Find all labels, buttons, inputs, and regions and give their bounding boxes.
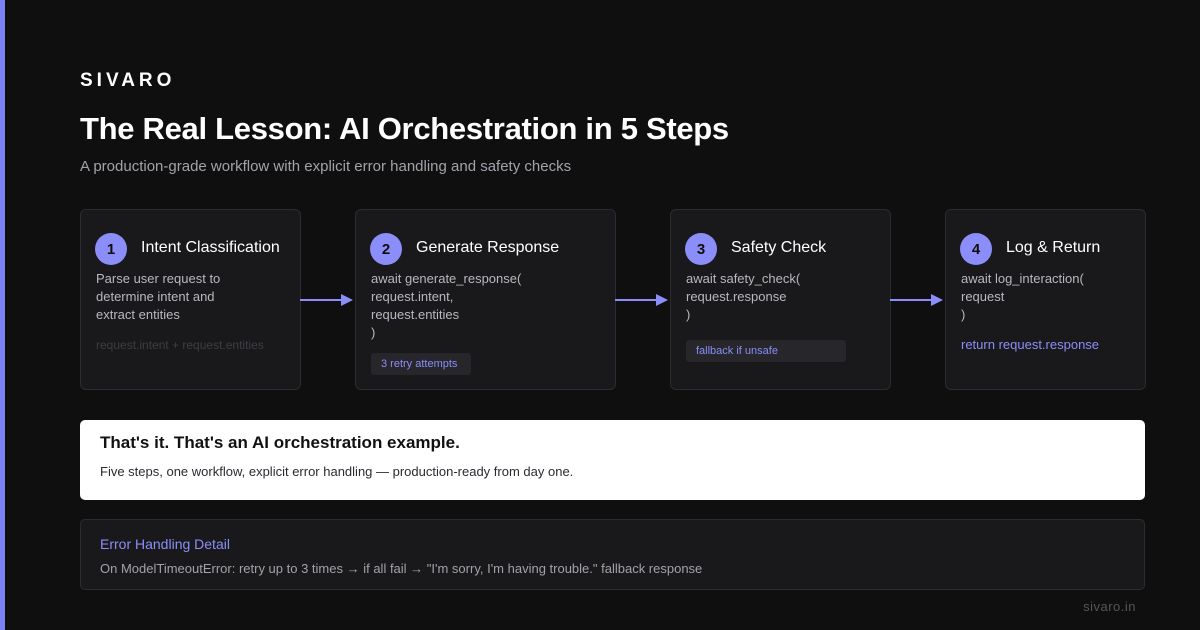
retry-tag: 3 retry attempts bbox=[371, 353, 471, 375]
return-statement: return request.response bbox=[961, 337, 1100, 352]
step-card-intent-classification: 1 Intent Classification Parse user reque… bbox=[80, 209, 301, 390]
step-description-line: extract entities bbox=[96, 307, 180, 322]
callout-title: That's it. That's an AI orchestration ex… bbox=[100, 433, 460, 452]
step-code-line: await safety_check( bbox=[686, 271, 801, 286]
step-code-line: await log_interaction( bbox=[961, 271, 1084, 286]
step-title: Intent Classification bbox=[141, 239, 280, 256]
step-output-note: request.intent + request.entities bbox=[96, 338, 264, 352]
summary-callout: That's it. That's an AI orchestration ex… bbox=[80, 420, 1145, 500]
step-number-badge: 2 bbox=[370, 233, 402, 265]
step-code: await generate_response( request.intent,… bbox=[371, 270, 521, 342]
step-code-line: await generate_response( bbox=[371, 271, 522, 286]
step-description-line: determine intent and bbox=[96, 289, 215, 304]
footer-url: sivaro.in bbox=[1083, 599, 1136, 614]
error-handling-title: Error Handling Detail bbox=[100, 536, 230, 552]
step-code: await safety_check( request.response ) bbox=[686, 270, 800, 324]
error-handling-box: Error Handling Detail On ModelTimeoutErr… bbox=[80, 519, 1145, 590]
page: SIVARO The Real Lesson: AI Orchestration… bbox=[0, 0, 1200, 630]
flow-arrow-icon bbox=[615, 294, 668, 306]
step-code: await log_interaction( request ) bbox=[961, 270, 1084, 324]
accent-bar bbox=[0, 0, 5, 630]
step-description: Parse user request to determine intent a… bbox=[96, 270, 220, 324]
step-code-line: request.intent, bbox=[371, 289, 454, 304]
page-title: The Real Lesson: AI Orchestration in 5 S… bbox=[80, 111, 729, 146]
fallback-tag: fallback if unsafe bbox=[686, 340, 846, 362]
step-description-line: Parse user request to bbox=[96, 271, 221, 286]
step-code-line: request.response bbox=[686, 289, 787, 304]
step-code-line: ) bbox=[371, 325, 376, 340]
step-code-line: request bbox=[961, 289, 1005, 304]
step-title: Generate Response bbox=[416, 239, 560, 256]
step-card-safety-check: 3 Safety Check await safety_check( reque… bbox=[670, 209, 891, 390]
step-title: Log & Return bbox=[1006, 239, 1101, 256]
step-number-badge: 4 bbox=[960, 233, 992, 265]
error-handling-text: On ModelTimeoutError: retry up to 3 time… bbox=[100, 561, 703, 576]
step-number-badge: 3 bbox=[685, 233, 717, 265]
step-code-line: ) bbox=[686, 307, 691, 322]
step-card-log-and-return: 4 Log & Return await log_interaction( re… bbox=[945, 209, 1146, 390]
brand-logo: SIVARO bbox=[80, 70, 176, 91]
flow-arrow-icon bbox=[890, 294, 943, 306]
callout-text: Five steps, one workflow, explicit error… bbox=[100, 464, 574, 479]
step-number-badge: 1 bbox=[95, 233, 127, 265]
step-title: Safety Check bbox=[731, 239, 827, 256]
flow-arrow-icon bbox=[300, 294, 353, 306]
step-code-line: ) bbox=[961, 307, 966, 322]
step-card-generate-response: 2 Generate Response await generate_respo… bbox=[355, 209, 616, 390]
step-code-line: request.entities bbox=[371, 307, 460, 322]
page-subtitle: A production-grade workflow with explici… bbox=[80, 158, 572, 175]
